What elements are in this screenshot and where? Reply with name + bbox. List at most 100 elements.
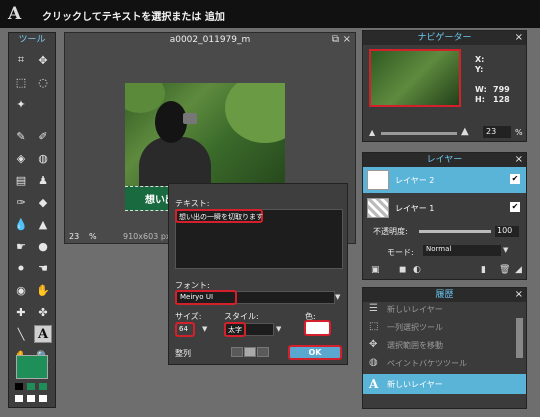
default-color-white-2[interactable] (27, 395, 35, 402)
history-item[interactable]: ⬚ 一列選択ツール (363, 318, 526, 336)
pencil-tool-icon[interactable]: ✎ (12, 127, 30, 145)
align-right-icon[interactable] (257, 347, 269, 357)
line-tool-icon[interactable]: ╲ (12, 325, 30, 343)
style-dropdown-icon[interactable]: ▼ (276, 325, 281, 333)
w-label: W: (475, 85, 487, 94)
default-color-white-3[interactable] (39, 395, 47, 402)
maximize-icon[interactable]: ⧉ (332, 34, 339, 45)
close-icon[interactable]: × (343, 34, 351, 45)
layer-name: レイヤー 1 (395, 204, 435, 213)
history-panel: 履歴 × ☰ 新しいレイヤー ⬚ 一列選択ツール ✥ 選択範囲を移動 ◍ ペイン… (362, 287, 527, 409)
h-label: H: (475, 95, 485, 104)
navigator-zoom-value[interactable]: 23 (483, 126, 511, 138)
zoom-unit: % (89, 232, 97, 241)
layer-visible-checkbox[interactable]: ✔ (510, 202, 520, 212)
gradient-tool-icon[interactable]: ▤ (12, 171, 30, 189)
navigator-header: ナビゲーター × (363, 31, 526, 45)
font-dropdown-icon[interactable]: ▼ (335, 293, 340, 301)
zoom-out-icon[interactable]: ▲ (369, 128, 375, 137)
style-label: スタイル: (224, 312, 259, 321)
redeye-tool-icon[interactable]: ◉ (12, 281, 30, 299)
new-layer-icon: ☰ (369, 303, 378, 314)
crop-tool-icon[interactable]: ⌗ (12, 51, 30, 69)
stamp-tool-icon[interactable]: ♟ (34, 171, 52, 189)
swap-color-green[interactable] (39, 383, 47, 390)
new-layer-icon[interactable]: ▮ (481, 265, 486, 275)
dodge-tool-icon[interactable]: ⚫ (12, 259, 30, 277)
mode-select[interactable]: Normal (423, 245, 501, 256)
layer-mask-icon[interactable]: ◼ (399, 265, 406, 275)
layers-header: レイヤー × (363, 153, 526, 167)
opacity-value[interactable]: 100 (495, 226, 519, 237)
ok-button[interactable]: OK (288, 345, 342, 360)
layers-close-icon[interactable]: × (515, 153, 523, 167)
color-swatch[interactable] (304, 320, 331, 336)
move-tool-icon[interactable]: ✥ (34, 51, 52, 69)
history-item[interactable]: A 新しいレイヤー (363, 374, 526, 394)
tool-hint: クリックしてテキストを選択または 追加 (42, 12, 225, 23)
default-color-white-1[interactable] (15, 395, 23, 402)
align-center-icon[interactable] (244, 347, 256, 357)
image-size: 910x603 px (123, 232, 171, 241)
bucket-tool-icon[interactable]: ◍ (34, 149, 52, 167)
bloat-tool-icon[interactable]: ✚ (12, 303, 30, 321)
layers-title: レイヤー (426, 155, 463, 165)
default-color-black[interactable] (15, 383, 23, 390)
layer-row[interactable]: レイヤー 2 ✔ (363, 167, 526, 193)
document-title: a0002_011979_m (169, 35, 251, 45)
history-item-label: 一列選択ツール (387, 323, 443, 332)
size-value[interactable]: 64 (179, 325, 188, 333)
layer-row[interactable]: レイヤー 1 ✔ (363, 195, 526, 221)
mode-dropdown-icon[interactable]: ▼ (503, 246, 508, 254)
layer-menu-icon[interactable]: ◢ (515, 265, 522, 275)
move-selection-icon: ✥ (369, 339, 378, 350)
zoom-in-icon[interactable]: ▲ (461, 126, 469, 137)
navigator-panel: ナビゲーター × X: Y: W: 799 H: 128 ▲ ▲ 23 % (362, 30, 527, 142)
navigator-close-icon[interactable]: × (515, 31, 523, 45)
history-item-label: 選択範囲を移動 (387, 341, 443, 350)
history-item[interactable]: ◍ ペイントバケツツール (363, 354, 526, 372)
mode-label: モード: (387, 248, 414, 257)
spot-heal-tool-icon[interactable]: ✋ (34, 281, 52, 299)
foreground-color-swatch[interactable] (16, 355, 48, 379)
burn-tool-icon[interactable]: ☚ (34, 259, 52, 277)
w-value: 799 (493, 85, 510, 94)
smudge-tool-icon[interactable]: ☛ (12, 237, 30, 255)
layer-settings-icon[interactable]: ▣ (371, 265, 380, 275)
type-tool-icon[interactable]: A (34, 325, 52, 343)
layer-style-icon[interactable]: ◐ (413, 265, 421, 275)
marquee-tool-icon[interactable]: ⬚ (12, 73, 30, 91)
marquee-icon: ⬚ (369, 321, 379, 332)
history-scrollbar[interactable] (516, 318, 523, 358)
sharpen-tool-icon[interactable]: ▲ (34, 215, 52, 233)
zoom-value[interactable]: 23 (69, 232, 79, 241)
size-dropdown-icon[interactable]: ▼ (202, 325, 207, 333)
h-value: 128 (493, 95, 510, 104)
zoom-slider[interactable] (381, 132, 457, 135)
text-input-value[interactable]: 想い出の一瞬を切取ります (179, 212, 263, 222)
opacity-slider[interactable] (419, 230, 491, 233)
drop-tool-icon[interactable]: 💧 (12, 215, 30, 233)
default-color-green[interactable] (27, 383, 35, 390)
pinch-tool-icon[interactable]: ✤ (34, 303, 52, 321)
colorpicker-tool-icon[interactable]: ✑ (12, 193, 30, 211)
style-value[interactable]: 太字 (228, 325, 242, 335)
type-icon: A (369, 377, 379, 391)
lasso-tool-icon[interactable]: ◌ (34, 73, 52, 91)
navigator-zoom-unit: % (515, 128, 523, 137)
font-value[interactable]: Meiryo UI (180, 293, 213, 301)
eraser-tool-icon[interactable]: ◈ (12, 149, 30, 167)
delete-layer-icon[interactable]: 🗑 (499, 265, 510, 275)
align-left-icon[interactable] (231, 347, 243, 357)
layer-visible-checkbox[interactable]: ✔ (510, 174, 520, 184)
history-item[interactable]: ☰ 新しいレイヤー (363, 300, 526, 318)
navigator-thumbnail[interactable] (369, 49, 461, 107)
layer-thumbnail (367, 170, 389, 190)
brush-tool-icon[interactable]: ✐ (34, 127, 52, 145)
sponge-tool-icon[interactable]: ● (34, 237, 52, 255)
history-item[interactable]: ✥ 選択範囲を移動 (363, 336, 526, 354)
drawing-tool-icon[interactable]: ◆ (34, 193, 52, 211)
layer-name: レイヤー 2 (395, 176, 435, 185)
wand-tool-icon[interactable]: ✦ (12, 95, 30, 113)
align-label: 整列 (175, 349, 191, 358)
